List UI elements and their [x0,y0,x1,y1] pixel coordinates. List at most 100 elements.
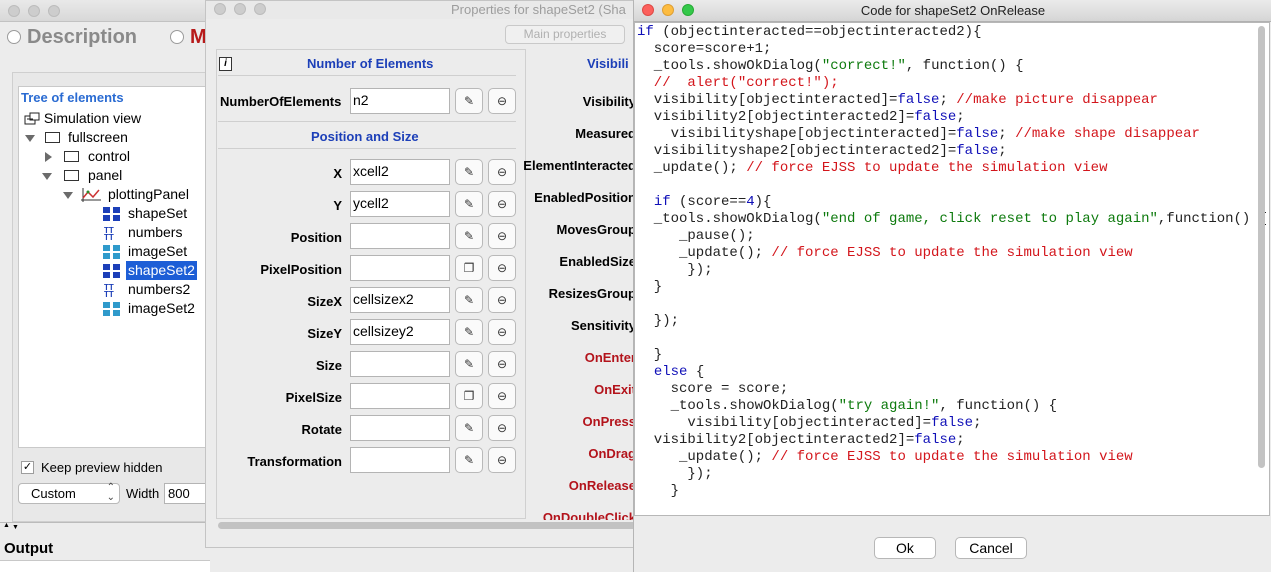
close-icon[interactable] [8,5,20,17]
vertical-scrollbar[interactable] [1258,26,1265,468]
y-field[interactable]: ycell2 [350,191,450,217]
code-token: _pause(); [637,228,755,244]
label-rotate: Rotate [301,422,342,437]
position-field[interactable] [350,223,450,249]
chevron-down-icon[interactable] [63,192,73,199]
main-properties-button[interactable]: Main properties [505,25,625,44]
edit-icon[interactable]: ✎ [455,447,483,473]
width-input[interactable]: 800 [164,483,210,504]
edit-icon[interactable]: ✎ [455,415,483,441]
edit-icon[interactable]: ✎ [455,191,483,217]
tree-item-imageset[interactable]: imageSet [128,242,187,261]
code-line: _pause(); [637,228,755,245]
pixel-size-field[interactable] [350,383,450,409]
tree-item-simulation-view[interactable]: Simulation view [24,109,141,128]
label-size-y: SizeY [307,326,342,341]
code-token: 4 [746,194,755,210]
edit-icon[interactable]: ✎ [455,159,483,185]
keep-preview-checkbox[interactable]: ✓ [21,461,34,474]
tree-item-panel[interactable]: panel [88,166,122,185]
zoom-icon[interactable] [48,5,60,17]
link-icon[interactable]: ⊖ [488,159,516,185]
code-line: score = score; [637,381,789,398]
code-token: visibilityshape[objectinteracted]= [637,126,957,142]
code-token: //make shape disappear [1015,126,1200,142]
link-icon[interactable]: ⊖ [488,255,516,281]
width-label: Width [126,486,160,501]
zoom-icon[interactable] [254,3,266,15]
tree-item-control[interactable]: control [88,147,130,166]
size-y-field[interactable]: cellsizey2 [350,319,450,345]
info-icon[interactable]: i [219,57,232,71]
tab-model-radio[interactable] [170,30,184,44]
transformation-field[interactable] [350,447,450,473]
link-icon[interactable]: ⊖ [488,351,516,377]
label-measured: Measured [575,126,636,141]
code-token: _tools.showOkDialog( [637,58,822,74]
label-on-exit: OnExit [594,382,636,397]
link-icon[interactable]: ⊖ [488,319,516,345]
code-token: false [956,143,999,159]
code-token: visibility[objectinteracted]= [637,92,898,108]
code-token: false [931,415,974,431]
size-x-field[interactable]: cellsizex2 [350,287,450,313]
x-field[interactable]: xcell2 [350,159,450,185]
pixel-position-field[interactable] [350,255,450,281]
link-icon[interactable]: ⊖ [488,383,516,409]
code-line: visibilityshape[objectinteracted]=false;… [637,126,1200,143]
rotate-field[interactable] [350,415,450,441]
chevron-right-icon[interactable] [45,152,52,162]
code-editor[interactable]: if (objectinteracted==objectinteracted2)… [634,22,1270,516]
link-icon[interactable]: ⊖ [488,191,516,217]
tree-item-imageset2[interactable]: imageSet2 [128,299,195,318]
splitter[interactable]: ▲ ▼ [0,522,210,532]
close-icon[interactable] [214,3,226,15]
minimize-icon[interactable] [234,3,246,15]
tab-description[interactable]: Description [27,26,137,49]
tree-item-fullscreen[interactable]: fullscreen [68,128,128,147]
code-token: (score== [670,194,747,210]
tree-item-numbers[interactable]: numbers [128,223,182,242]
link-icon[interactable]: ⊖ [488,223,516,249]
copy-icon[interactable]: ❐ [455,383,483,409]
tree-item-plotting-panel[interactable]: plottingPanel [108,185,189,204]
tree-item-numbers2[interactable]: numbers2 [128,280,190,299]
edit-icon[interactable]: ✎ [455,287,483,313]
copy-icon[interactable]: ❐ [455,255,483,281]
code-line: _tools.showOkDialog("end of game, click … [637,211,1267,228]
tab-description-radio[interactable] [7,30,21,44]
size-mode-select[interactable]: Custom ⌃ ⌄ [18,483,120,504]
code-token: // force EJSS to update the simulation v… [746,160,1108,176]
chevron-down-icon[interactable] [25,135,35,142]
code-token: { [687,364,705,380]
image-set-icon [103,245,120,259]
link-icon[interactable]: ⊖ [488,88,516,114]
link-icon[interactable]: ⊖ [488,415,516,441]
edit-icon[interactable]: ✎ [455,88,483,114]
code-token: visibilityshape2[objectinteracted2]= [637,143,957,159]
number-of-elements-field[interactable]: n2 [350,88,450,114]
link-icon[interactable]: ⊖ [488,287,516,313]
horizontal-scrollbar[interactable] [218,522,638,529]
tree-item-shapeset2[interactable]: shapeSet2 [126,261,197,280]
edit-icon[interactable]: ✎ [455,319,483,345]
ok-button[interactable]: Ok [874,537,936,559]
shape-set-icon [103,264,120,278]
link-icon[interactable]: ⊖ [488,447,516,473]
label-x: X [333,166,342,181]
props-titlebar: Properties for shapeSet2 (Sha [206,1,661,19]
tree-item-shapeset[interactable]: shapeSet [128,204,187,223]
keep-preview-label: Keep preview hidden [41,460,163,475]
cancel-button[interactable]: Cancel [955,537,1027,559]
chevron-down-icon[interactable] [42,173,52,180]
plotting-panel-icon [81,188,101,202]
code-token: // force EJSS to update the simulation v… [771,245,1133,261]
label-visibility: Visibility [582,94,636,109]
minimize-icon[interactable] [28,5,40,17]
size-field[interactable] [350,351,450,377]
size-mode-value: Custom [31,486,76,501]
edit-icon[interactable]: ✎ [455,351,483,377]
edit-icon[interactable]: ✎ [455,223,483,249]
code-token: (objectinteracted==objectinteracted2){ [653,24,982,40]
panel-icon [64,151,79,162]
